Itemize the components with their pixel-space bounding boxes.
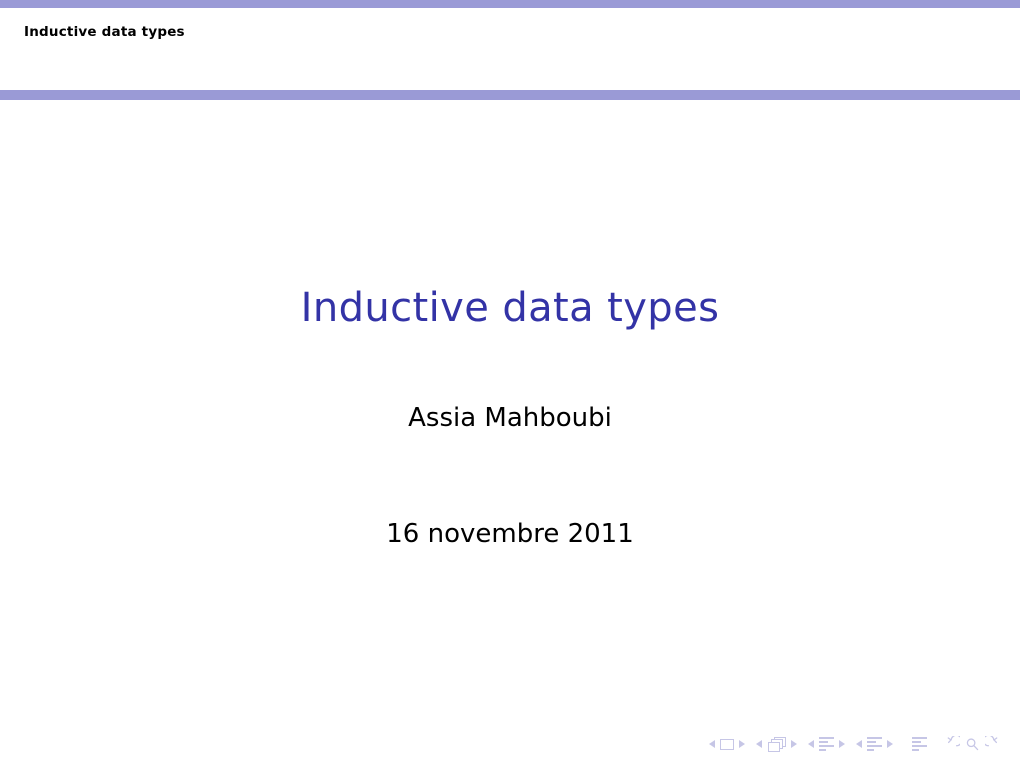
slide-icon[interactable]: [720, 738, 734, 750]
frame-navigation-group[interactable]: [756, 736, 797, 752]
subsection-navigation-group[interactable]: [808, 737, 845, 751]
search-icon[interactable]: [964, 736, 981, 753]
previous-frame-icon[interactable]: [756, 740, 762, 748]
titlepage: Inductive data types Assia Mahboubi 16 n…: [0, 100, 1020, 720]
section-navigation-group[interactable]: [856, 737, 893, 751]
previous-slide-icon[interactable]: [709, 740, 715, 748]
go-forward-icon[interactable]: [985, 735, 1002, 753]
history-navigation-group[interactable]: [943, 735, 1002, 753]
presentation-group[interactable]: [912, 737, 927, 751]
section-icon[interactable]: [867, 737, 882, 751]
frames-icon[interactable]: [767, 736, 786, 752]
presentation-date: 16 novembre 2011: [386, 519, 634, 549]
headline-title: Inductive data types: [24, 24, 185, 40]
next-subsection-icon[interactable]: [839, 740, 845, 748]
go-back-icon[interactable]: [943, 735, 960, 753]
next-slide-icon[interactable]: [739, 740, 745, 748]
headline-rule-top: [0, 0, 1020, 8]
previous-section-icon[interactable]: [856, 740, 862, 748]
headline-rule-bottom: [0, 90, 1020, 100]
slide-canvas: { "slide": { "header": { "title": "Induc…: [0, 0, 1020, 764]
beamer-navigation-bar[interactable]: [709, 732, 1002, 756]
next-frame-icon[interactable]: [791, 740, 797, 748]
document-icon[interactable]: [912, 737, 927, 751]
subsection-icon[interactable]: [819, 737, 834, 751]
next-section-icon[interactable]: [887, 740, 893, 748]
headline-block: Inductive data types: [0, 8, 1020, 90]
page-title: Inductive data types: [300, 285, 720, 331]
previous-subsection-icon[interactable]: [808, 740, 814, 748]
slide-navigation-group[interactable]: [709, 738, 745, 750]
author-name: Assia Mahboubi: [408, 403, 612, 433]
